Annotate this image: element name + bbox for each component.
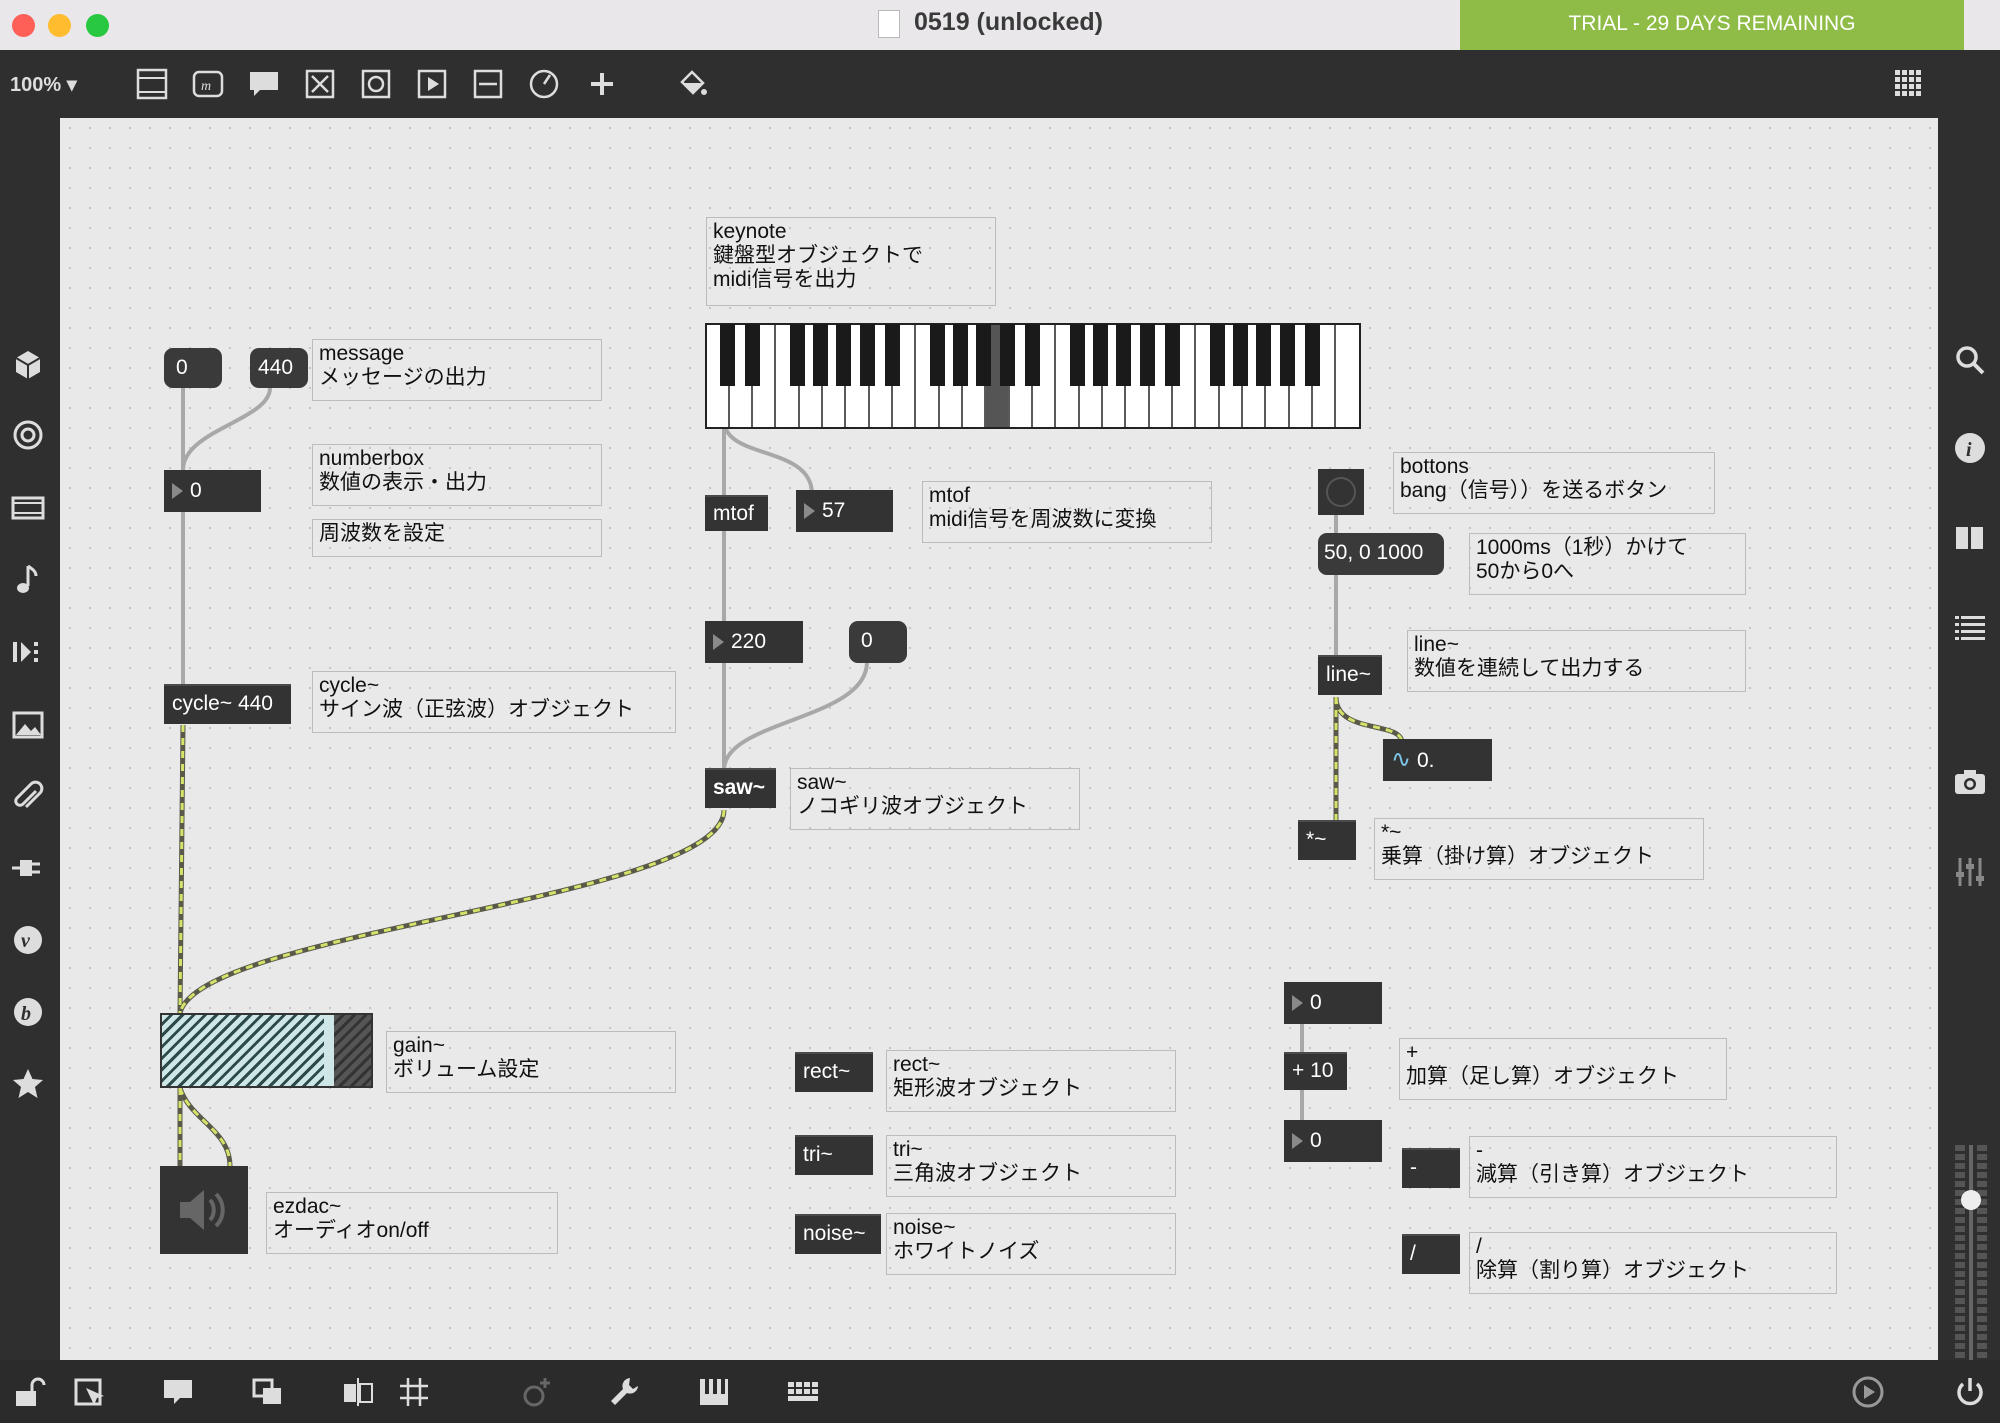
comment-plus: + 加算（足し算）オブジェクト	[1399, 1038, 1727, 1100]
object-plus[interactable]: + 10	[1284, 1052, 1347, 1090]
message-0-saw[interactable]: 0	[849, 621, 907, 663]
number-box-add-out[interactable]: 0	[1284, 1120, 1382, 1162]
comment-cycle: cycle~ サイン波（正弦波）オブジェクト	[312, 671, 676, 733]
keyboard-icon[interactable]	[786, 1374, 822, 1410]
comment-saw: saw~ ノコギリ波オブジェクト	[790, 768, 1080, 830]
number-box-add-in[interactable]: 0	[1284, 982, 1382, 1024]
presentation-icon[interactable]	[72, 1374, 108, 1410]
comment-minus: - 減算（引き算）オブジェクト	[1469, 1136, 1837, 1198]
message-0[interactable]: 0	[164, 348, 222, 388]
add-object-icon[interactable]	[518, 1374, 554, 1410]
grid-snap-icon[interactable]	[396, 1374, 432, 1410]
bang-circle-icon	[1326, 477, 1356, 507]
comment-numberbox: numberbox 数値の表示・出力	[312, 444, 602, 506]
comment-message: message メッセージの出力	[312, 339, 602, 401]
comment-rect: rect~ 矩形波オブジェクト	[886, 1050, 1176, 1112]
object-mtof[interactable]: mtof	[705, 495, 768, 531]
comment-noise: noise~ ホワイトノイズ	[886, 1213, 1176, 1275]
object-cycle[interactable]: cycle~ 440	[164, 684, 291, 724]
signal-wave-icon: ∿	[1391, 746, 1412, 773]
comment-divide: / 除算（割り算）オブジェクト	[1469, 1232, 1837, 1294]
comment-line: line~ 数値を連続して出力する	[1407, 630, 1746, 692]
speaker-icon	[180, 1190, 225, 1230]
comment-keynote: keynote 鍵盤型オブジェクトで midi信号を出力	[706, 217, 996, 306]
wrench-icon[interactable]	[606, 1374, 642, 1410]
comment-bubble-icon[interactable]	[160, 1374, 196, 1410]
signal-number-box[interactable]: ∿ 0.	[1383, 739, 1492, 781]
object-noise[interactable]: noise~	[795, 1214, 881, 1254]
comment-frequency: 周波数を設定	[312, 519, 602, 557]
bottom-toolbar	[0, 1360, 2000, 1423]
comment-bottons: bottons bang（信号））を送るボタン	[1393, 452, 1715, 514]
layers-icon[interactable]	[250, 1374, 286, 1410]
object-tri[interactable]: tri~	[795, 1135, 873, 1175]
ezdac-button[interactable]	[160, 1166, 248, 1254]
keyboard-object[interactable]	[705, 323, 1361, 429]
comment-ramp: 1000ms（1秒）かけて 50から0へ	[1469, 533, 1746, 595]
object-line[interactable]: line~	[1318, 655, 1382, 695]
object-minus[interactable]: -	[1402, 1148, 1460, 1188]
gain-slider[interactable]	[160, 1013, 373, 1088]
play-circle-icon[interactable]	[1850, 1374, 1886, 1410]
toggle-visibility-icon[interactable]	[340, 1374, 376, 1410]
lock-icon[interactable]	[10, 1374, 46, 1410]
comment-multiply: *~ 乗算（掛け算）オブジェクト	[1374, 818, 1704, 880]
signal-value: 0.	[1416, 749, 1435, 772]
piano-icon[interactable]	[696, 1374, 732, 1410]
comment-mtof: mtof midi信号を周波数に変換	[922, 481, 1212, 543]
object-rect[interactable]: rect~	[795, 1052, 873, 1092]
bang-button[interactable]	[1318, 469, 1364, 515]
number-box-freq[interactable]: 220	[705, 621, 803, 663]
number-box-midi[interactable]: 57	[796, 490, 893, 532]
message-ramp[interactable]: 50, 0 1000	[1318, 533, 1444, 575]
object-saw[interactable]: saw~	[705, 768, 776, 808]
comment-gain: gain~ ボリューム設定	[386, 1031, 676, 1093]
comment-ezdac: ezdac~ オーディオon/off	[266, 1192, 558, 1254]
gain-slider-handle[interactable]	[324, 1015, 334, 1086]
power-icon[interactable]	[1952, 1374, 1988, 1410]
object-divide[interactable]: /	[1402, 1234, 1460, 1274]
message-440[interactable]: 440	[250, 348, 308, 388]
comment-tri: tri~ 三角波オブジェクト	[886, 1135, 1176, 1197]
gain-slider-fill	[162, 1015, 324, 1086]
number-box-main[interactable]: 0	[164, 470, 261, 512]
object-multiply[interactable]: *~	[1298, 820, 1356, 860]
